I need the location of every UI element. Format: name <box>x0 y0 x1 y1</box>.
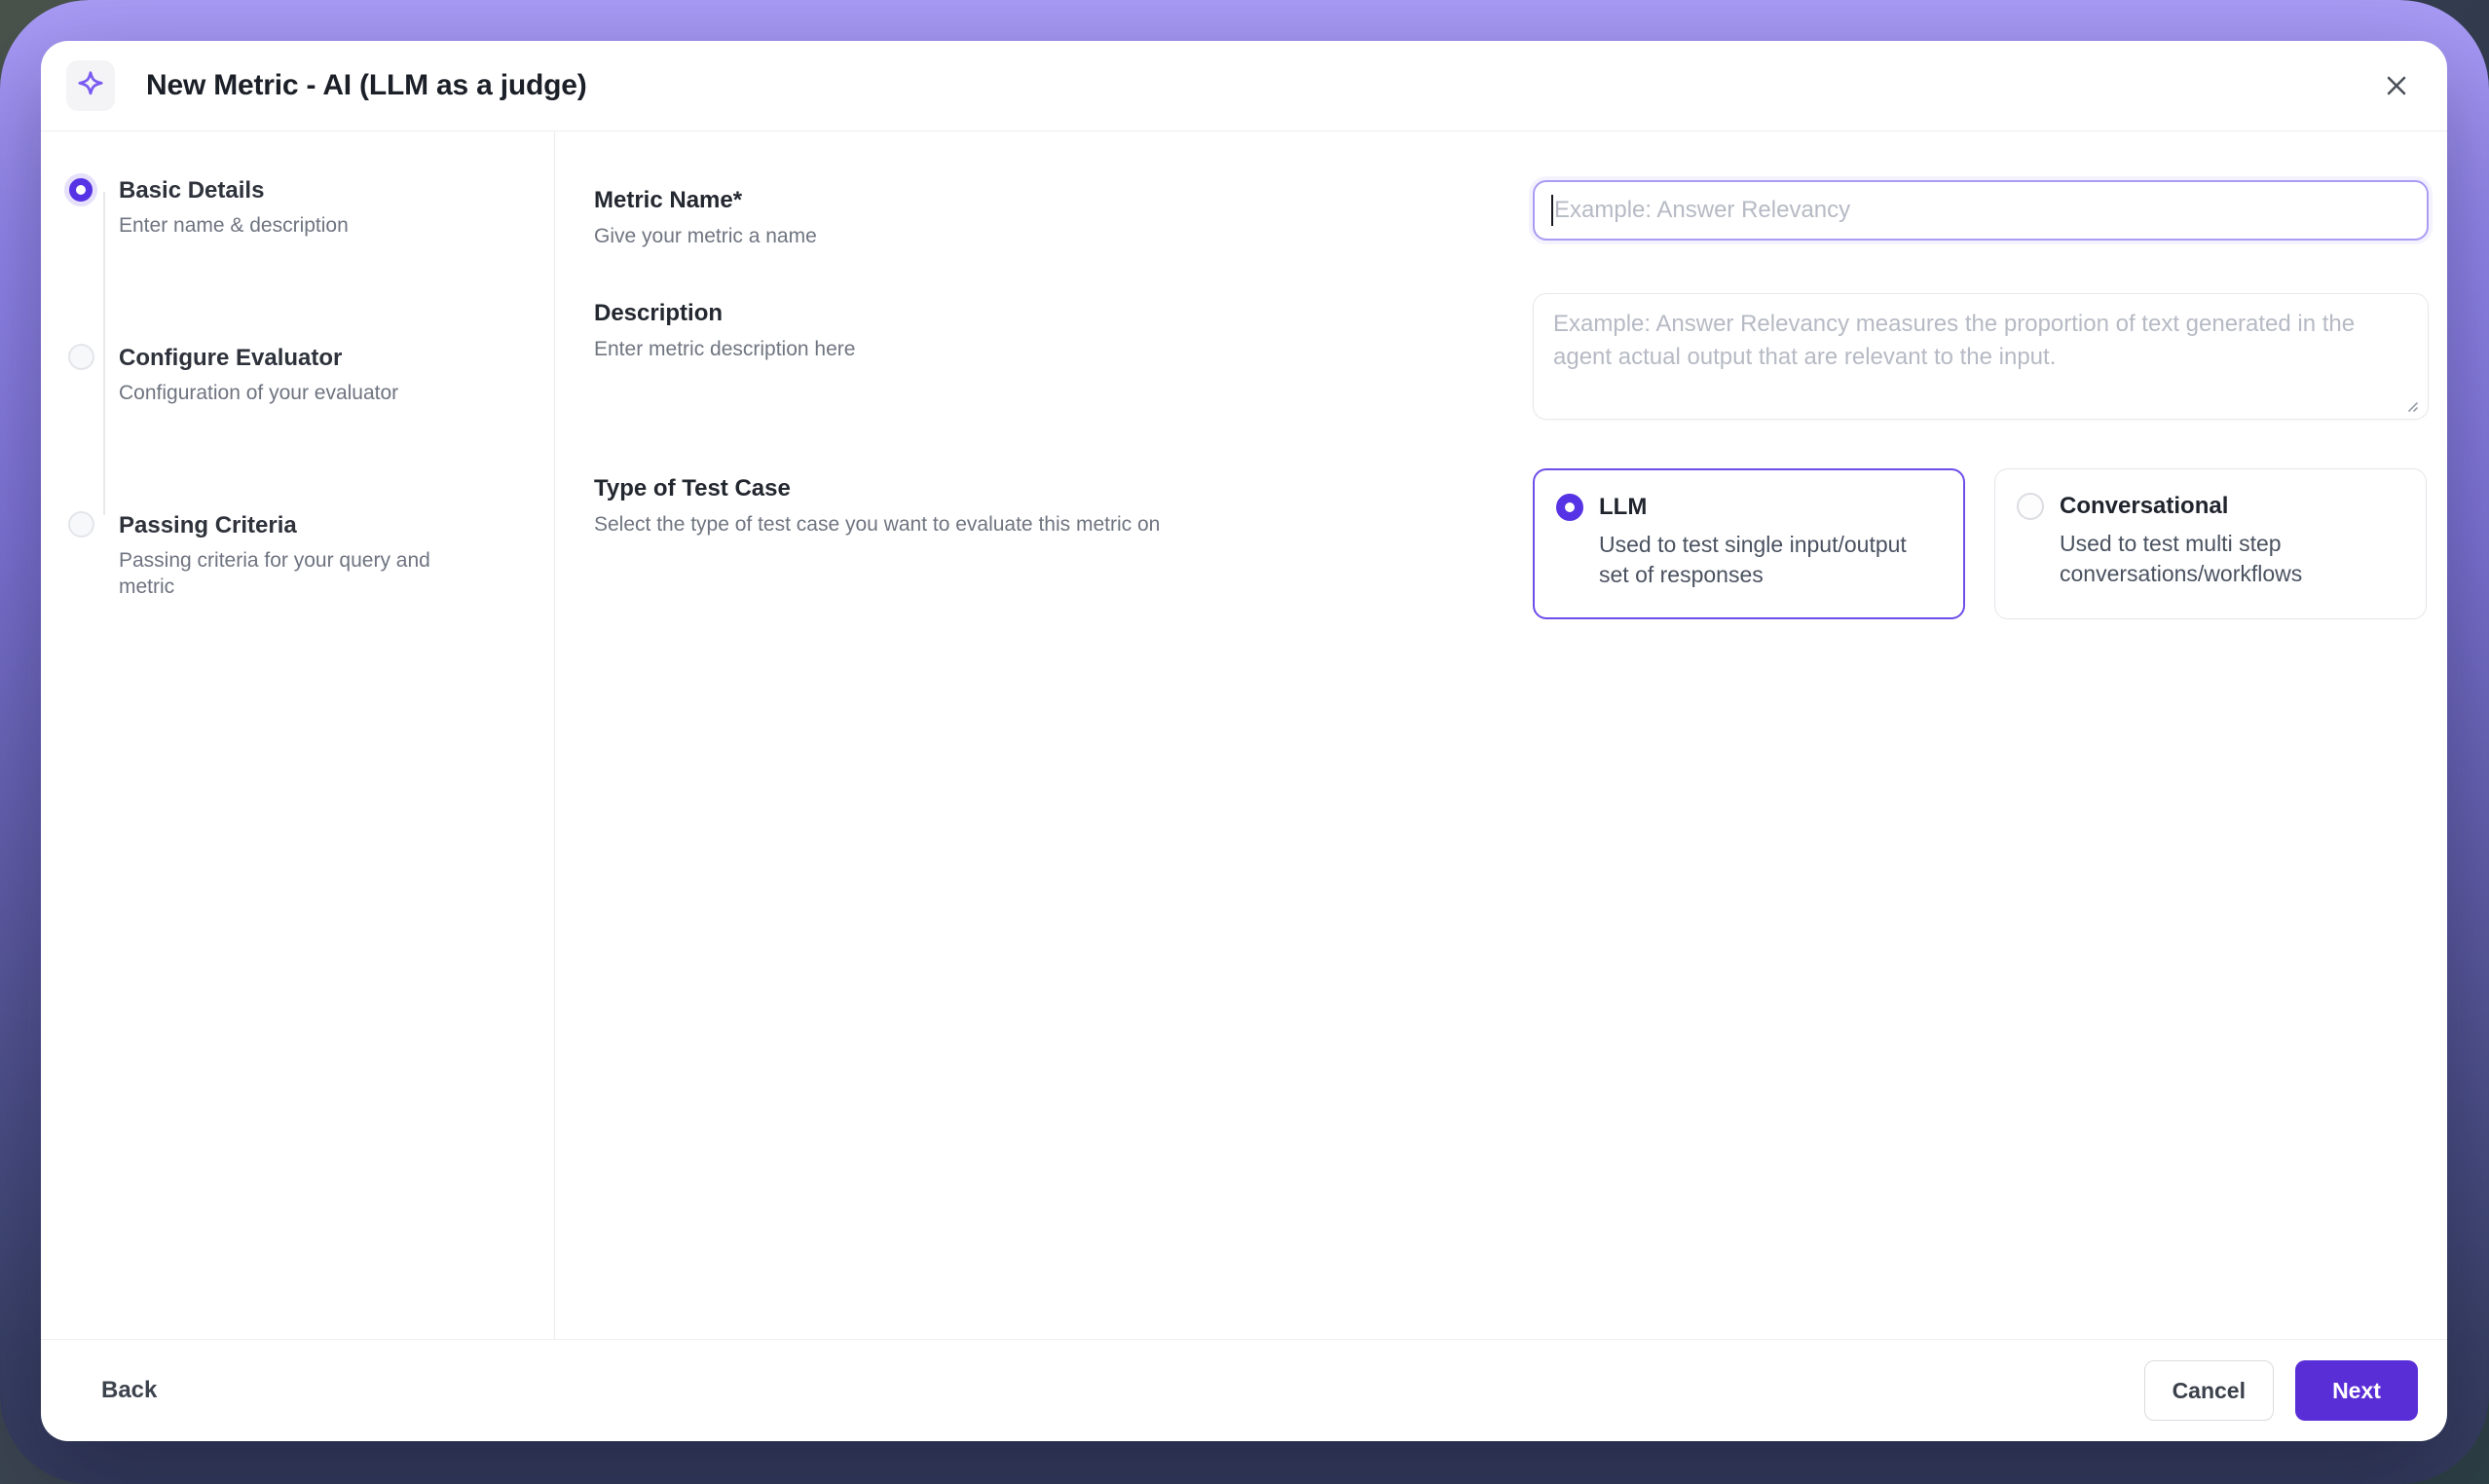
cancel-button[interactable]: Cancel <box>2144 1360 2274 1421</box>
next-button[interactable]: Next <box>2295 1360 2418 1421</box>
step-description: Configuration of your evaluator <box>119 380 398 406</box>
dialog-header: New Metric - AI (LLM as a judge) <box>41 41 2447 131</box>
resize-handle-icon[interactable] <box>2404 398 2419 413</box>
test-case-type-helper: Select the type of test case you want to… <box>594 511 1217 538</box>
step-radio-pending-icon <box>68 511 94 538</box>
metric-name-helper: Give your metric a name <box>594 223 1217 249</box>
step-title: Configure Evaluator <box>119 344 398 373</box>
description-label: Description <box>594 299 1533 328</box>
option-card-llm[interactable]: LLM Used to test single input/output set… <box>1533 468 1965 619</box>
text-cursor <box>1551 195 1553 226</box>
step-title: Passing Criteria <box>119 511 455 540</box>
option-description: Used to test single input/output set of … <box>1599 530 1940 590</box>
option-title: LLM <box>1599 492 1940 523</box>
stepper-item-passing-criteria[interactable]: Passing Criteria Passing criteria for yo… <box>64 511 525 600</box>
test-case-type-label: Type of Test Case <box>594 474 1533 503</box>
description-row: Description Enter metric description her… <box>594 293 2430 425</box>
metric-name-row: Metric Name* Give your metric a name <box>594 180 2430 249</box>
description-helper: Enter metric description here <box>594 336 1217 362</box>
back-button[interactable]: Back <box>101 1377 157 1404</box>
step-description: Enter name & description <box>119 212 349 239</box>
test-case-type-row: Type of Test Case Select the type of tes… <box>594 468 2430 619</box>
stepper-sidebar: Basic Details Enter name & description C… <box>41 131 555 1339</box>
step-title: Basic Details <box>119 176 349 205</box>
step-description: Passing criteria for your query and metr… <box>119 547 455 600</box>
form-content: Metric Name* Give your metric a name Des… <box>555 131 2447 1339</box>
description-textarea[interactable] <box>1533 293 2429 420</box>
radio-unselected-icon <box>2017 493 2044 520</box>
option-title: Conversational <box>2060 491 2400 522</box>
metric-name-input[interactable] <box>1533 180 2429 241</box>
page-title: New Metric - AI (LLM as a judge) <box>146 69 2375 102</box>
step-radio-pending-icon <box>68 344 94 370</box>
step-radio-active-icon <box>69 178 93 202</box>
stepper-item-configure-evaluator[interactable]: Configure Evaluator Configuration of you… <box>64 344 525 406</box>
close-icon <box>2382 71 2411 100</box>
close-button[interactable] <box>2375 64 2418 107</box>
metric-name-label: Metric Name* <box>594 186 1533 215</box>
new-metric-dialog: New Metric - AI (LLM as a judge) Basic D… <box>41 41 2447 1441</box>
option-description: Used to test multi step conversations/wo… <box>2060 529 2400 589</box>
dialog-footer: Back Cancel Next <box>41 1339 2447 1441</box>
sparkle-icon <box>66 60 115 111</box>
stepper-item-basic-details[interactable]: Basic Details Enter name & description <box>64 176 525 239</box>
option-card-conversational[interactable]: Conversational Used to test multi step c… <box>1994 468 2427 619</box>
radio-selected-icon <box>1556 494 1583 521</box>
dialog-body: Basic Details Enter name & description C… <box>41 131 2447 1339</box>
